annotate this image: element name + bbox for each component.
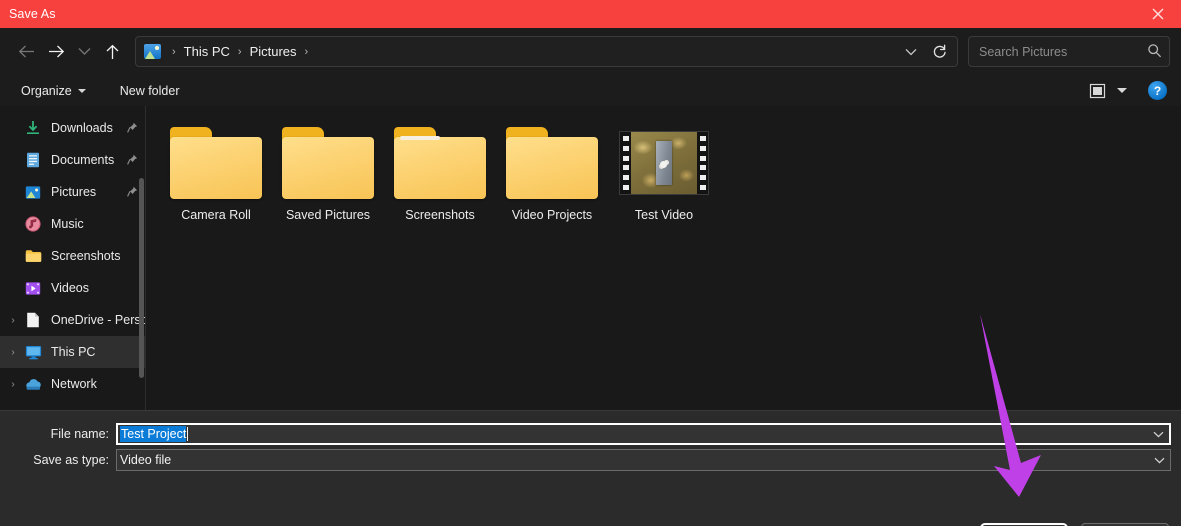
breadcrumb-item-this-pc[interactable]: This PC bbox=[181, 42, 233, 61]
breadcrumb-separator-trailing[interactable]: › bbox=[300, 46, 314, 58]
sidebar-item-videos[interactable]: Videos bbox=[0, 272, 146, 304]
sidebar-item-this-pc[interactable]: › This PC bbox=[0, 336, 146, 368]
folder-icon bbox=[169, 124, 263, 202]
pin-icon[interactable] bbox=[127, 153, 138, 168]
organize-label: Organize bbox=[21, 83, 72, 98]
filename-value[interactable]: Test Project bbox=[120, 426, 187, 442]
filename-combobox[interactable]: Test Project bbox=[116, 423, 1171, 445]
sidebar-item-label: Downloads bbox=[51, 121, 113, 135]
music-icon bbox=[22, 214, 44, 234]
filetype-chevron-down-icon[interactable] bbox=[1148, 450, 1170, 470]
back-arrow-icon[interactable] bbox=[11, 37, 41, 67]
sidebar-item-pictures[interactable]: Pictures bbox=[0, 176, 146, 208]
file-item-label: Saved Pictures bbox=[285, 208, 371, 222]
sidebar-item-documents[interactable]: Documents bbox=[0, 144, 146, 176]
help-button[interactable]: ? bbox=[1148, 81, 1167, 100]
pin-icon[interactable] bbox=[127, 121, 138, 136]
navigation-bar: › This PC › Pictures › bbox=[0, 28, 1181, 75]
file-list-pane[interactable]: Camera Roll Saved Pictures Screenshots V… bbox=[146, 106, 1181, 410]
sidebar-item-label: Pictures bbox=[51, 185, 97, 199]
file-item-label: Video Projects bbox=[511, 208, 593, 222]
file-item-saved-pictures[interactable]: Saved Pictures bbox=[272, 120, 384, 222]
chevron-down-icon bbox=[77, 88, 86, 93]
command-bar-right-group: ? bbox=[1084, 79, 1173, 103]
sidebar-item-label: Documents bbox=[51, 153, 115, 167]
chevron-right-icon[interactable]: › bbox=[4, 347, 22, 358]
folder-icon bbox=[22, 246, 44, 266]
file-item-label: Test Video bbox=[634, 208, 694, 222]
sidebar-item-screenshots[interactable]: Screenshots bbox=[0, 240, 146, 272]
network-icon bbox=[22, 374, 44, 394]
sidebar-item-label: Network bbox=[51, 377, 97, 391]
organize-button[interactable]: Organize bbox=[14, 80, 93, 102]
film-perforations-right bbox=[697, 132, 708, 194]
sidebar-item-network[interactable]: › Network bbox=[0, 368, 146, 400]
film-perforations-left bbox=[620, 132, 631, 194]
file-item-label: Camera Roll bbox=[181, 208, 251, 222]
view-mode-chevron-down-icon[interactable] bbox=[1112, 79, 1132, 103]
this-pc-icon bbox=[22, 342, 44, 362]
folder-icon bbox=[281, 124, 375, 202]
file-tiles: Camera Roll Saved Pictures Screenshots V… bbox=[160, 120, 1181, 222]
new-folder-label: New folder bbox=[119, 83, 180, 98]
view-mode-icon[interactable] bbox=[1084, 79, 1110, 103]
window-titlebar: Save As bbox=[0, 0, 1181, 28]
sidebar-item-label: Videos bbox=[51, 281, 89, 295]
address-bar[interactable]: › This PC › Pictures › bbox=[135, 36, 958, 67]
search-icon[interactable] bbox=[1147, 43, 1162, 61]
pin-icon[interactable] bbox=[127, 185, 138, 200]
breadcrumb-separator[interactable]: › bbox=[233, 46, 247, 58]
video-thumbnail-icon bbox=[619, 124, 709, 202]
filetype-combobox[interactable]: Video file bbox=[116, 449, 1171, 471]
downloads-icon bbox=[22, 118, 44, 138]
sidebar-item-label: Music bbox=[51, 217, 84, 231]
file-item-video-projects[interactable]: Video Projects bbox=[496, 120, 608, 222]
text-caret bbox=[187, 427, 189, 441]
breadcrumb-separator[interactable]: › bbox=[167, 46, 181, 58]
window-title: Save As bbox=[9, 7, 56, 21]
video-frame-preview bbox=[631, 132, 697, 194]
search-input[interactable] bbox=[979, 44, 1147, 59]
pictures-icon bbox=[22, 182, 44, 202]
filetype-label: Save as type: bbox=[33, 453, 109, 467]
file-item-screenshots[interactable]: Screenshots bbox=[384, 120, 496, 222]
close-icon[interactable] bbox=[1135, 0, 1181, 28]
filename-chevron-down-icon[interactable] bbox=[1147, 425, 1169, 443]
folder-icon bbox=[505, 124, 599, 202]
documents-icon bbox=[22, 150, 44, 170]
filetype-row: Save as type: Video file bbox=[0, 449, 1181, 471]
navigation-sidebar: Downloads Documents Pictures Music Scree… bbox=[0, 106, 146, 410]
dialog-body: Downloads Documents Pictures Music Scree… bbox=[0, 106, 1181, 410]
search-box[interactable] bbox=[968, 36, 1170, 67]
chevron-right-icon[interactable]: › bbox=[4, 315, 22, 326]
file-item-label: Screenshots bbox=[405, 208, 475, 222]
chevron-right-icon[interactable]: › bbox=[4, 379, 22, 390]
sidebar-item-label: Screenshots bbox=[51, 249, 121, 263]
filetype-value: Video file bbox=[120, 453, 172, 467]
refresh-icon[interactable] bbox=[925, 38, 953, 65]
up-arrow-icon[interactable] bbox=[97, 37, 127, 67]
sidebar-scrollbar[interactable] bbox=[139, 178, 144, 378]
sidebar-list: Downloads Documents Pictures Music Scree… bbox=[0, 106, 146, 400]
filename-row: File name: Test Project bbox=[0, 423, 1181, 445]
sidebar-item-label: OneDrive - Perso bbox=[51, 313, 146, 327]
breadcrumb-item-pictures[interactable]: Pictures bbox=[247, 42, 300, 61]
onedrive-icon bbox=[22, 310, 44, 330]
recent-locations-chevron-down-icon[interactable] bbox=[71, 37, 97, 67]
new-folder-button[interactable]: New folder bbox=[113, 80, 187, 102]
sidebar-item-onedrive[interactable]: › OneDrive - Perso bbox=[0, 304, 146, 336]
sidebar-item-label: This PC bbox=[51, 345, 96, 359]
sidebar-item-music[interactable]: Music bbox=[0, 208, 146, 240]
file-item-camera-roll[interactable]: Camera Roll bbox=[160, 120, 272, 222]
folder-icon bbox=[393, 124, 487, 202]
pictures-folder-icon bbox=[144, 44, 161, 59]
forward-arrow-icon[interactable] bbox=[41, 37, 71, 67]
sidebar-item-downloads[interactable]: Downloads bbox=[0, 112, 146, 144]
save-as-form-panel: File name: Test Project Save as type: Vi… bbox=[0, 410, 1181, 526]
videos-icon bbox=[22, 278, 44, 298]
file-item-test-video[interactable]: Test Video bbox=[608, 120, 720, 222]
filename-label: File name: bbox=[50, 427, 109, 441]
command-bar: Organize New folder ? bbox=[0, 75, 1181, 106]
address-chevron-down-icon[interactable] bbox=[897, 38, 925, 65]
